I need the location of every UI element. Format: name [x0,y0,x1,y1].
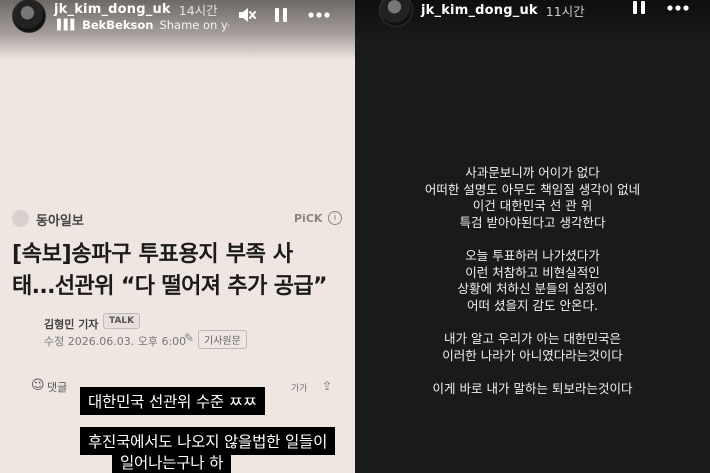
headline-line: [속보]송파구 투표용지 부족 사 [12,242,293,267]
avatar[interactable] [12,0,46,33]
music-sticker[interactable]: ▌▌▌ BekBekson Shame on you [57,18,229,32]
article-headline: [속보]송파구 투표용지 부족 사 태...선관위 “다 떨어져 추가 공급” [12,239,347,303]
revised-date: 수정 2026.06.03. 오후 6:00 [44,335,187,348]
share-icon: ⇪ [322,379,333,393]
story-header: jk_kim_dong_uk 11시간 [379,0,585,27]
text-line: 사과문보니까 어이가 없다 [465,165,600,180]
more-icon[interactable] [306,5,332,25]
text-line [355,364,710,381]
story-text: 사과문보니까 어이가 없다 어떠한 설명도 아무도 책임질 생각이 없네 이건 … [355,165,710,397]
comment-icon: ☺ [31,378,45,393]
music-artist: BekBekson [82,18,154,32]
left-story[interactable]: jk_kim_dong_uk 14시간 ▌▌▌ BekBekson Shame … [0,0,355,473]
text-line: 이게 바로 내가 말하는 퇴보라는것이다 [432,380,633,396]
text-line: 오늘 투표하러 나가셨다가 [465,247,600,263]
info-icon: i [328,211,342,225]
font-size-label: 가가 [291,384,308,394]
edit-pen-icon: ✎ [184,331,195,345]
mute-icon[interactable] [236,5,258,25]
headline-line: 태...선관위 “다 떨어져 추가 공급” [12,274,328,299]
text-line: 이런 처참하고 비현실적인 [465,264,600,280]
story-caption: 대한민국 선관위 수준 ㅉㅉ [80,387,265,415]
pause-icon[interactable] [630,0,648,16]
avatar[interactable] [379,0,413,27]
pick-label: PiCK [294,212,323,225]
post-time: 14시간 [178,2,218,18]
text-line: 이러한 나라가 아니였다라는것이다 [442,347,623,363]
text-line [355,314,710,331]
text-line [355,231,710,248]
text-line: 이건 대한민국 선 관 위 [472,198,593,214]
music-song: Shame on you [159,18,229,32]
comment-label: 댓글 [47,381,68,394]
pause-icon[interactable] [272,5,290,25]
more-icon[interactable] [665,0,691,16]
text-line: 내가 알고 우리가 아는 대한민국은 [444,330,621,346]
publisher-name: 동아일보 [36,214,84,229]
username[interactable]: jk_kim_dong_uk [421,3,538,18]
text-line: 특검 받아야된다고 생각한다 [459,214,606,230]
right-story[interactable]: jk_kim_dong_uk 11시간 사과문보니까 어이가 없다 어떠한 설명… [355,0,710,473]
reporter-name: 김형민 기자 [44,318,99,331]
text-line: 상황에 처하신 분들의 심정이 [457,281,608,297]
username[interactable]: jk_kim_dong_uk [54,2,171,17]
talk-badge: TALK [103,313,141,329]
story-caption: 일어나는구나 하 [112,448,232,473]
publisher-logo [12,210,29,227]
original-article-label: 기사원문 [198,330,247,349]
text-line: 어떠한 설명도 아무도 책임질 생각이 없네 [424,181,641,197]
post-time: 11시간 [545,3,585,19]
waveform-icon: ▌▌▌ [57,19,78,31]
text-line: 어떠 셨을지 감도 안온다. [467,297,598,313]
